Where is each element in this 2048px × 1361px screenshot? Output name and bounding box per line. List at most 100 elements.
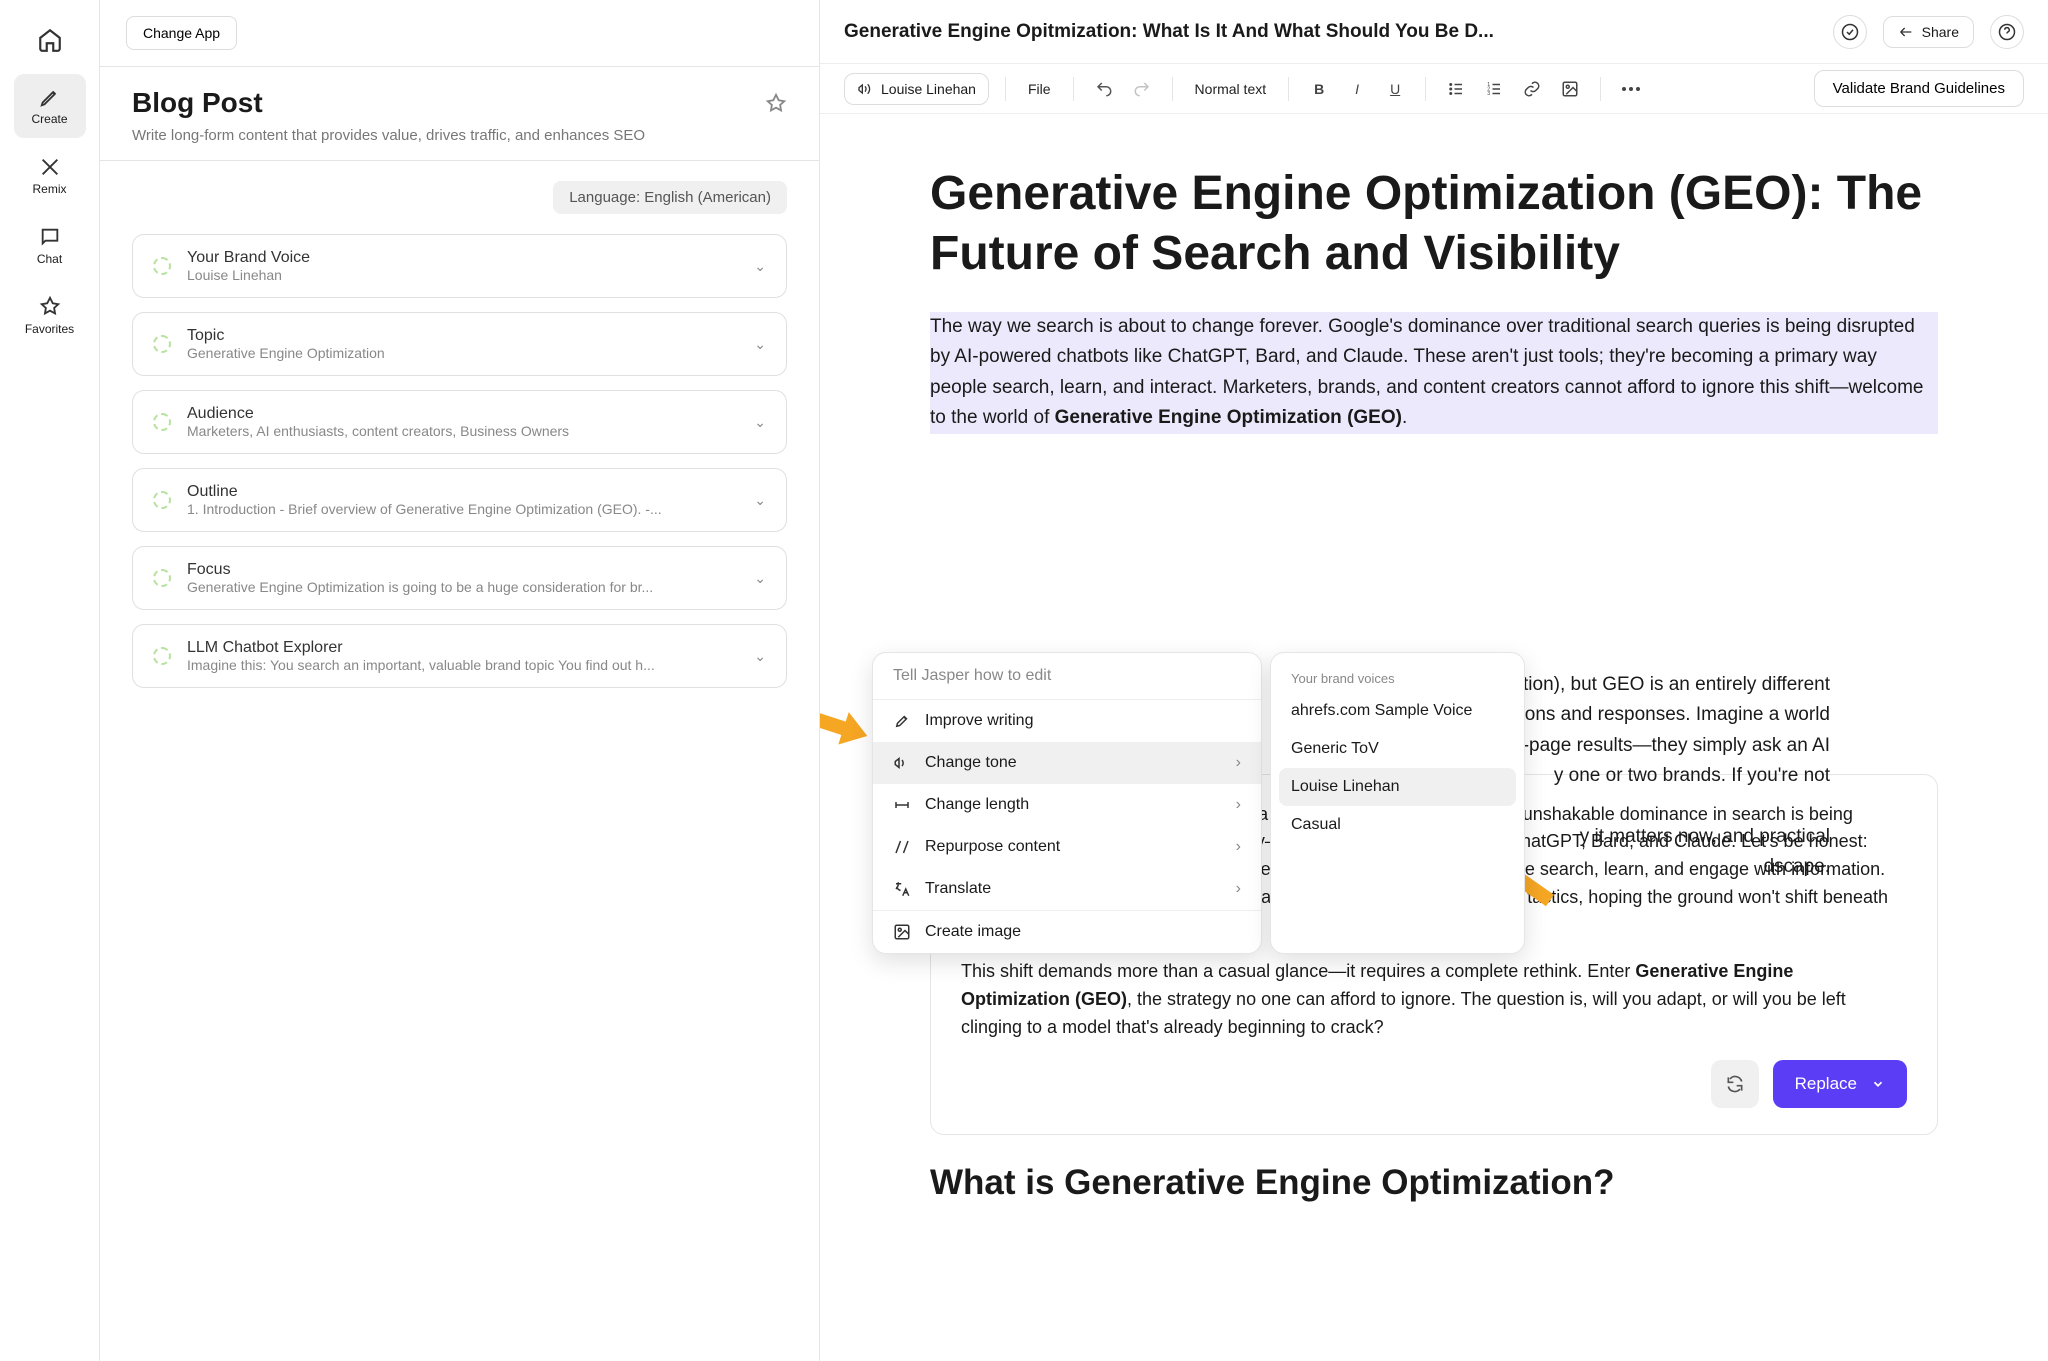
doc-h1: Generative Engine Optimization (GEO): Th… (930, 164, 1938, 284)
share-label: Share (1922, 24, 1959, 40)
status-dot (153, 647, 171, 665)
status-dot (153, 257, 171, 275)
card-title: Your Brand Voice (187, 249, 738, 267)
status-dot (153, 569, 171, 587)
card-topic[interactable]: TopicGenerative Engine Optimization ⌄ (132, 312, 787, 376)
chevron-right-icon: › (1236, 838, 1241, 856)
separator (1073, 77, 1074, 101)
separator (1425, 77, 1426, 101)
chevron-right-icon: › (1236, 796, 1241, 814)
improve-writing-item[interactable]: Improve writing (873, 700, 1261, 742)
home-icon[interactable] (28, 18, 72, 62)
chevron-down-icon: ⌄ (754, 258, 766, 275)
nav-create[interactable]: Create (14, 74, 86, 138)
nav-create-label: Create (31, 112, 67, 126)
intro-paragraph: The way we search is about to change for… (930, 312, 1938, 434)
refresh-button[interactable] (1711, 1060, 1759, 1108)
card-sub: Generative Engine Optimization (187, 345, 738, 361)
document[interactable]: Generative Engine Optimization (GEO): Th… (820, 114, 2048, 1361)
edit-input[interactable]: Tell Jasper how to edit (873, 653, 1261, 700)
card-sub: Generative Engine Optimization is going … (187, 579, 738, 595)
status-dot (153, 491, 171, 509)
card-focus[interactable]: FocusGenerative Engine Optimization is g… (132, 546, 787, 610)
card-title: Audience (187, 405, 738, 423)
suggestion-p2: This shift demands more than a casual gl… (961, 958, 1907, 1042)
style-selector[interactable]: Normal text (1189, 81, 1273, 97)
card-title: Topic (187, 327, 738, 345)
nav-remix[interactable]: Remix (14, 144, 86, 208)
item-label: Change length (925, 796, 1029, 814)
card-llm-explorer[interactable]: LLM Chatbot ExplorerImagine this: You se… (132, 624, 787, 688)
undo-icon[interactable] (1090, 75, 1118, 103)
link-icon[interactable] (1518, 75, 1546, 103)
change-tone-item[interactable]: Change tone › (873, 742, 1261, 784)
bold-icon[interactable]: B (1305, 75, 1333, 103)
panel-title: Blog Post (132, 87, 787, 119)
card-sub: Louise Linehan (187, 267, 738, 283)
voice-option[interactable]: ahrefs.com Sample Voice (1271, 692, 1524, 730)
chevron-right-icon: › (1236, 880, 1241, 898)
card-sub: 1. Introduction - Brief overview of Gene… (187, 501, 738, 517)
voice-option[interactable]: Casual (1271, 806, 1524, 844)
redo-icon[interactable] (1128, 75, 1156, 103)
doc-h2: What is Generative Engine Optimization? (930, 1163, 1938, 1203)
bullet-list-icon[interactable] (1442, 75, 1470, 103)
svg-text:3: 3 (1487, 91, 1490, 97)
card-title: Focus (187, 561, 738, 579)
file-menu[interactable]: File (1022, 81, 1057, 97)
change-app-button[interactable]: Change App (126, 16, 237, 50)
repurpose-item[interactable]: Repurpose content › (873, 826, 1261, 868)
chevron-down-icon: ⌄ (754, 648, 766, 665)
validate-button[interactable]: Validate Brand Guidelines (1814, 70, 2024, 107)
voice-option[interactable]: Generic ToV (1271, 730, 1524, 768)
share-button[interactable]: Share (1883, 16, 1974, 48)
item-label: Translate (925, 880, 991, 898)
card-audience[interactable]: AudienceMarketers, AI enthusiasts, conte… (132, 390, 787, 454)
submenu-header: Your brand voices (1271, 663, 1524, 692)
chevron-right-icon: › (1236, 754, 1241, 772)
help-icon[interactable] (1990, 15, 2024, 49)
panel-subtitle: Write long-form content that provides va… (132, 127, 787, 144)
separator (1288, 77, 1289, 101)
annotation-arrow (820, 678, 875, 760)
item-label: Repurpose content (925, 838, 1060, 856)
number-list-icon[interactable]: 123 (1480, 75, 1508, 103)
nav-rail: Create Remix Chat Favorites (0, 0, 100, 1361)
separator (1005, 77, 1006, 101)
item-label: Change tone (925, 754, 1017, 772)
voice-selector[interactable]: Louise Linehan (844, 73, 989, 105)
voice-option-selected[interactable]: Louise Linehan (1279, 768, 1516, 806)
chevron-down-icon: ⌄ (754, 570, 766, 587)
nav-chat[interactable]: Chat (14, 214, 86, 278)
create-image-item[interactable]: Create image (873, 911, 1261, 953)
check-icon[interactable] (1833, 15, 1867, 49)
status-dot (153, 413, 171, 431)
replace-button[interactable]: Replace (1773, 1060, 1907, 1108)
card-title: LLM Chatbot Explorer (187, 639, 738, 657)
chevron-down-icon: ⌄ (754, 414, 766, 431)
nav-favorites[interactable]: Favorites (14, 284, 86, 348)
language-pill[interactable]: Language: English (American) (553, 181, 787, 214)
italic-icon[interactable]: I (1343, 75, 1371, 103)
card-brand-voice[interactable]: Your Brand VoiceLouise Linehan ⌄ (132, 234, 787, 298)
nav-remix-label: Remix (32, 182, 66, 196)
star-icon[interactable] (765, 93, 787, 115)
nav-favorites-label: Favorites (25, 322, 74, 336)
status-dot (153, 335, 171, 353)
left-panel: Change App Blog Post Write long-form con… (100, 0, 820, 1361)
replace-label: Replace (1795, 1074, 1857, 1094)
separator (1172, 77, 1173, 101)
item-label: Create image (925, 923, 1021, 941)
underline-icon[interactable]: U (1381, 75, 1409, 103)
item-label: Improve writing (925, 712, 1033, 730)
translate-item[interactable]: Translate › (873, 868, 1261, 910)
chevron-down-icon: ⌄ (754, 336, 766, 353)
nav-chat-label: Chat (37, 252, 62, 266)
image-icon[interactable] (1556, 75, 1584, 103)
separator (1600, 77, 1601, 101)
chevron-down-icon: ⌄ (754, 492, 766, 509)
change-length-item[interactable]: Change length › (873, 784, 1261, 826)
card-outline[interactable]: Outline1. Introduction - Brief overview … (132, 468, 787, 532)
more-icon[interactable] (1617, 75, 1645, 103)
card-title: Outline (187, 483, 738, 501)
